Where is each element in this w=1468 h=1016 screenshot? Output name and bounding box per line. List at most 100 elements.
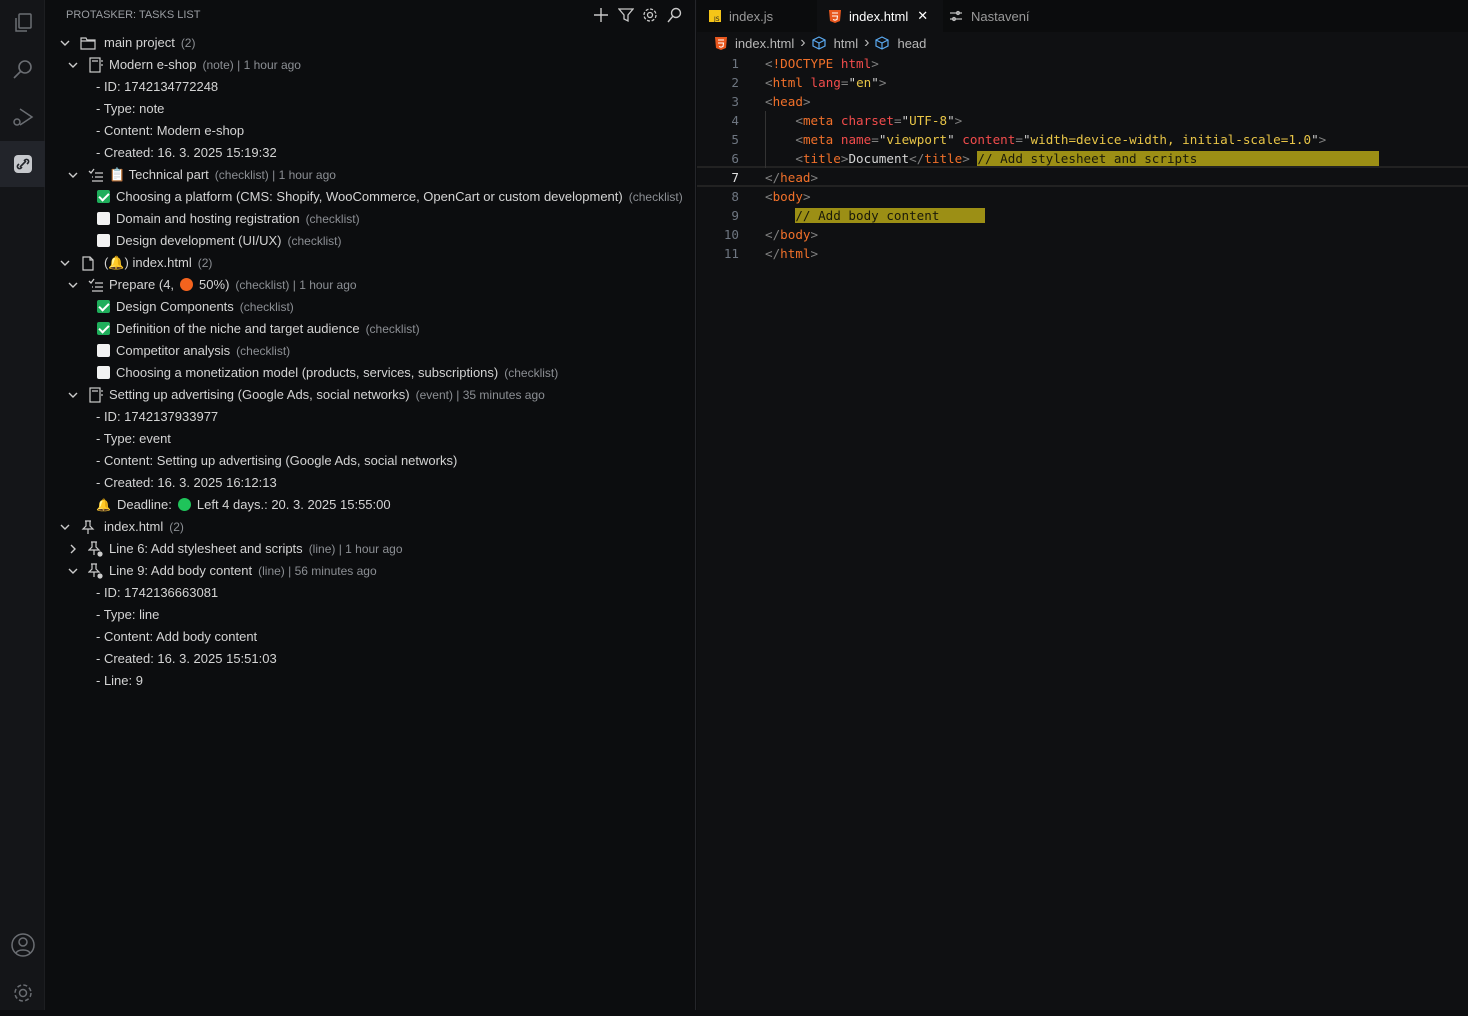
tree-item-label: - Content: Setting up advertising (Googl… — [96, 450, 457, 472]
filter-icon[interactable] — [616, 5, 636, 25]
tree-row[interactable]: Competitor analysis (checklist) — [46, 340, 696, 362]
tree-row[interactable]: - ID: 1742134772248 — [46, 76, 696, 98]
tab-index-js[interactable]: JS index.js — [697, 0, 817, 32]
line-number: 3 — [731, 94, 739, 109]
close-icon[interactable]: ✕ — [917, 8, 928, 24]
item-text: Competitor analysis — [116, 343, 231, 358]
tree-item-label: Line 6: Add stylesheet and scripts (line)… — [109, 538, 403, 560]
tab-label: index.html — [849, 8, 909, 24]
tree-row[interactable]: (🔔) index.html (2) — [46, 252, 696, 274]
tab-nastaven-[interactable]: Nastavení — [937, 0, 1067, 32]
search-icon[interactable] — [0, 46, 45, 92]
html5-icon — [829, 9, 841, 23]
chevron-down-icon[interactable] — [66, 560, 80, 582]
item-text: index.html — [104, 519, 164, 534]
code-token: " — [848, 75, 857, 90]
tree-item-label: main project (2) — [104, 32, 195, 54]
tree-row[interactable]: Line 9: Add body content (line) | 56 minu… — [46, 560, 696, 582]
tree-row[interactable]: index.html (2) — [46, 516, 696, 538]
account-icon[interactable] — [0, 922, 45, 968]
code-token: > — [962, 151, 970, 166]
tree-row[interactable]: - Type: note — [46, 98, 696, 120]
line-number: 9 — [731, 208, 739, 223]
checkbox[interactable] — [97, 344, 110, 357]
tree-row[interactable]: - Content: Setting up advertising (Googl… — [46, 450, 696, 472]
checkbox[interactable] — [97, 190, 110, 203]
tree-row[interactable]: Prepare (4, 50%) (checklist) | 1 hour ago — [46, 274, 696, 296]
chevron-down-icon[interactable] — [66, 164, 80, 186]
item-text: main project — [104, 35, 175, 50]
item-text: - Content: Add body content — [96, 629, 258, 644]
line-source: // Add body content — [765, 206, 985, 225]
item-text: - Created: 16. 3. 2025 15:51:03 — [96, 651, 277, 666]
tree-item-label: Choosing a monetization model (products,… — [97, 362, 558, 384]
indent-guide — [765, 149, 766, 168]
tree-item-label: - ID: 1742136663081 — [96, 582, 218, 604]
editor: JS index.js index.html ✕ Nastavení index.htm… — [697, 0, 1468, 1010]
breadcrumb-item[interactable]: html — [834, 36, 859, 51]
chevron-down-icon[interactable] — [58, 32, 72, 54]
tab-index-html[interactable]: index.html ✕ — [817, 0, 943, 32]
tree-row[interactable]: - Type: event — [46, 428, 696, 450]
checkbox[interactable] — [97, 322, 110, 335]
indent-guide — [765, 130, 766, 149]
tree-row[interactable]: 🔔 Deadline: Left 4 days.: 20. 3. 2025 15:5… — [46, 494, 696, 516]
tab-label: Nastavení — [971, 8, 1030, 24]
item-text: - ID: 1742136663081 — [96, 585, 219, 600]
tree-row[interactable]: Domain and hosting registration (checklis… — [46, 208, 696, 230]
explorer-icon[interactable] — [0, 0, 45, 46]
tree-row[interactable]: - Created: 16. 3. 2025 15:51:03 — [46, 648, 696, 670]
chevron-right-icon[interactable] — [66, 538, 80, 560]
breadcrumb-item[interactable]: index.html — [735, 36, 794, 51]
tree-row[interactable]: - Line: 9 — [46, 670, 696, 692]
tree-item-label: - Line: 9 — [96, 670, 143, 692]
tree-row[interactable]: - Content: Modern e-shop — [46, 120, 696, 142]
code-token: = — [1015, 132, 1023, 147]
checkbox[interactable] — [97, 212, 110, 225]
settings-gear-icon[interactable] — [0, 970, 45, 1016]
checkbox[interactable] — [97, 234, 110, 247]
tree-item-label: - Type: note — [96, 98, 164, 120]
tree-row[interactable]: Choosing a monetization model (products,… — [46, 362, 696, 384]
chevron-down-icon[interactable] — [66, 274, 80, 296]
code-token: html — [772, 75, 803, 90]
chevron-down-icon[interactable] — [58, 516, 72, 538]
tree-row[interactable]: - Created: 16. 3. 2025 16:12:13 — [46, 472, 696, 494]
settings-icon[interactable] — [640, 5, 660, 25]
run-debug-icon[interactable] — [0, 94, 45, 140]
tree-row[interactable]: Choosing a platform (CMS: Shopify, WooCo… — [46, 186, 696, 208]
tree-row[interactable]: main project (2) — [46, 32, 696, 54]
tree-row[interactable]: Design development (UI/UX) (checklist) — [46, 230, 696, 252]
search-icon[interactable] — [664, 5, 684, 25]
chevron-down-icon[interactable] — [58, 252, 72, 274]
tree-row[interactable]: - Type: line — [46, 604, 696, 626]
tree-row[interactable]: 📋 Technical part (checklist) | 1 hour ago — [46, 164, 696, 186]
tree-row[interactable]: - Content: Add body content — [46, 626, 696, 648]
bell-icon: 🔔 — [96, 498, 111, 512]
add-icon[interactable] — [591, 5, 611, 25]
js-icon: JS — [709, 10, 721, 22]
line-source: <html lang="en"> — [765, 73, 886, 92]
checkbox[interactable] — [97, 300, 110, 313]
tree-row[interactable]: Setting up advertising (Google Ads, soci… — [46, 384, 696, 406]
protasker-icon[interactable] — [0, 141, 45, 187]
chevron-down-icon[interactable] — [66, 54, 80, 76]
indent-guide — [765, 111, 766, 130]
code-view[interactable]: 1 <!DOCTYPE html> 2 <html lang="en"> 3 <head>… — [697, 54, 1468, 263]
tree-row[interactable]: Definition of the niche and target audie… — [46, 318, 696, 340]
checkbox[interactable] — [97, 366, 110, 379]
tree-row[interactable]: - ID: 1742137933977 — [46, 406, 696, 428]
tree-item-label: - ID: 1742134772248 — [96, 76, 218, 98]
tree-row[interactable]: Modern e-shop (note) | 1 hour ago — [46, 54, 696, 76]
tree-row[interactable]: Design Components (checklist) — [46, 296, 696, 318]
tree-row[interactable]: - Created: 16. 3. 2025 15:19:32 — [46, 142, 696, 164]
code-token: < — [765, 189, 773, 204]
tree-row[interactable]: - ID: 1742136663081 — [46, 582, 696, 604]
tree-row[interactable]: Line 6: Add stylesheet and scripts (line)… — [46, 538, 696, 560]
html5-icon — [715, 36, 727, 50]
code-token: Document — [848, 151, 910, 166]
breadcrumb-item[interactable]: head — [897, 36, 926, 51]
code-line: 8 <body> — [697, 187, 1468, 206]
chevron-down-icon[interactable] — [66, 384, 80, 406]
breadcrumb: index.html › html › head — [697, 32, 1468, 54]
